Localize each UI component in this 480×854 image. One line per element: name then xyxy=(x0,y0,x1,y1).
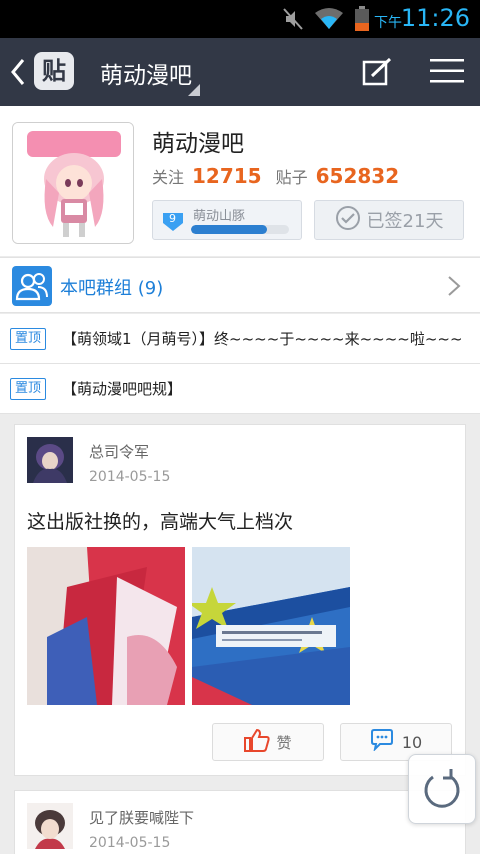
comment-icon xyxy=(370,729,394,755)
chevron-right-icon xyxy=(446,275,462,297)
follow-label: 关注 xyxy=(152,168,185,187)
forum-avatar[interactable] xyxy=(12,122,134,244)
like-label: 赞 xyxy=(276,733,292,752)
author-avatar[interactable] xyxy=(27,803,73,849)
post-date: 2014-05-15 xyxy=(89,469,171,485)
thumbs-up-icon xyxy=(244,728,271,756)
signed-label: 已签21天 xyxy=(366,211,444,232)
post-author[interactable]: 总司令军 xyxy=(89,441,149,462)
pinned-badge: 置顶 xyxy=(10,328,47,350)
posts-label: 贴子 xyxy=(275,168,308,187)
forum-header: 萌动漫吧 关注 12715 贴子 652832 9 萌动山豚 已签21天 xyxy=(0,106,480,256)
post-date: 2014-05-15 xyxy=(89,835,171,851)
group-row[interactable]: 本吧群组 (9) xyxy=(0,257,480,313)
group-icon xyxy=(12,266,52,306)
refresh-icon xyxy=(421,767,465,817)
back-chevron-icon[interactable] xyxy=(8,56,28,88)
pinned-thread-2[interactable]: 置顶 【萌动漫吧吧规】 xyxy=(0,364,480,414)
level-progress-bar xyxy=(191,225,289,234)
check-circle-icon xyxy=(335,205,361,236)
follow-count: 12715 xyxy=(192,164,262,188)
comment-count: 10 xyxy=(401,732,423,752)
forum-stats: 关注 12715 贴子 652832 xyxy=(152,164,413,188)
post-image[interactable] xyxy=(27,547,185,705)
pinned-badge: 置顶 xyxy=(10,378,47,400)
refresh-button[interactable] xyxy=(408,754,476,824)
level-progress-fill xyxy=(191,225,268,234)
level-number: 9 xyxy=(169,212,176,225)
nav-title[interactable]: 萌动漫吧 xyxy=(100,56,192,90)
group-label: 本吧群组 (9) xyxy=(60,278,164,299)
status-bar: 下午 11:26 xyxy=(0,0,480,38)
post-card[interactable]: 见了朕要喊陛下 2014-05-15 xyxy=(14,790,466,854)
status-clock: 11:26 xyxy=(400,4,470,32)
nav-bar: 贴 萌动漫吧 xyxy=(0,38,480,106)
pinned-title: 【萌动漫吧吧规】 xyxy=(62,380,183,398)
forum-logo-icon[interactable]: 贴 xyxy=(34,52,74,90)
status-icons xyxy=(282,6,370,36)
member-level[interactable]: 9 萌动山豚 xyxy=(152,200,302,240)
wifi-icon xyxy=(314,7,344,35)
pinned-title: 【萌领域1（月萌号）】终~~~~于~~~~来~~~~啦~~~ xyxy=(62,330,463,348)
post-title[interactable]: 这出版社换的，高端大气上档次 xyxy=(27,507,293,534)
edit-icon[interactable] xyxy=(362,57,392,86)
battery-low-icon xyxy=(354,6,370,36)
mute-icon xyxy=(282,7,304,35)
post-image[interactable] xyxy=(192,547,350,705)
post-card[interactable]: 总司令军 2014-05-15 这出版社换的，高端大气上档次 赞 10 xyxy=(14,424,466,776)
level-name: 萌动山豚 xyxy=(193,209,246,224)
menu-icon[interactable] xyxy=(430,58,464,84)
post-author[interactable]: 见了朕要喊陛下 xyxy=(89,807,194,828)
posts-count: 652832 xyxy=(315,164,400,188)
author-avatar[interactable] xyxy=(27,437,73,483)
dropdown-caret-icon[interactable] xyxy=(188,84,200,96)
status-ampm: 下午 xyxy=(374,15,402,31)
pinned-thread-1[interactable]: 置顶 【萌领域1（月萌号）】终~~~~于~~~~来~~~~啦~~~ xyxy=(0,314,480,364)
like-button[interactable]: 赞 xyxy=(212,723,324,761)
sign-in-button[interactable]: 已签21天 xyxy=(314,200,464,240)
forum-name: 萌动漫吧 xyxy=(152,131,244,157)
